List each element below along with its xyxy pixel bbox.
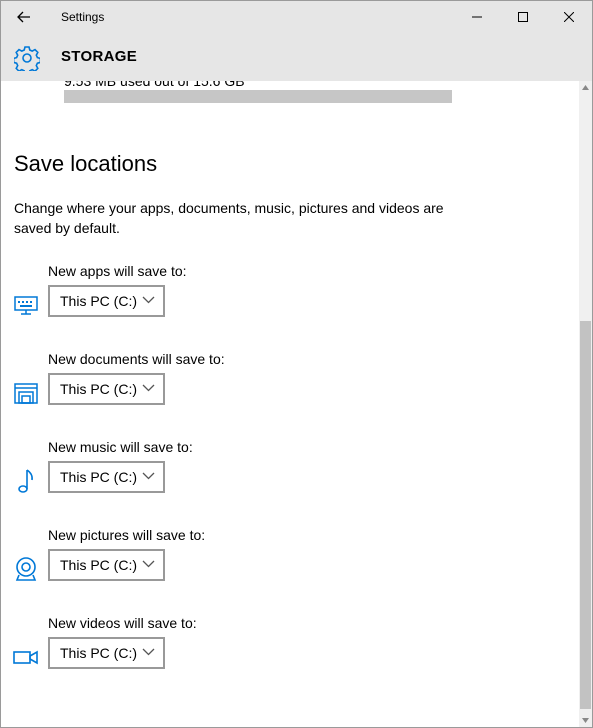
page-title: STORAGE (61, 48, 138, 65)
vertical-scrollbar[interactable] (579, 81, 592, 727)
back-button[interactable] (1, 1, 47, 33)
storage-usage-bar (64, 90, 452, 103)
save-location-pictures: New pictures will save to: This PC (C:) (1, 527, 579, 597)
chevron-down-icon (142, 296, 155, 304)
videos-location-dropdown[interactable]: This PC (C:) (48, 637, 165, 669)
save-location-music: New music will save to: This PC (C:) (1, 439, 579, 509)
documents-icon (14, 383, 38, 404)
music-location-value: This PC (C:) (60, 469, 137, 485)
apps-save-label: New apps will save to: (48, 263, 187, 279)
close-icon (564, 12, 574, 22)
chevron-down-icon (142, 384, 155, 392)
back-arrow-icon (17, 11, 30, 23)
app-title: Settings (61, 10, 105, 24)
minimize-icon (472, 16, 482, 18)
caption-buttons (454, 1, 592, 33)
chevron-down-icon (142, 472, 155, 480)
pictures-location-value: This PC (C:) (60, 557, 137, 573)
gear-icon (14, 46, 40, 71)
pictures-save-label: New pictures will save to: (48, 527, 206, 543)
music-note-icon (18, 469, 33, 493)
chevron-down-icon (142, 560, 155, 568)
save-location-videos: New videos will save to: This PC (C:) (1, 615, 579, 685)
documents-save-label: New documents will save to: (48, 351, 225, 367)
section-description: Change where your apps, documents, music… (14, 200, 444, 236)
scrollbar-thumb[interactable] (580, 321, 591, 709)
scroll-down-arrow-icon[interactable] (582, 718, 589, 723)
title-bar: Settings (1, 1, 592, 33)
apps-location-value: This PC (C:) (60, 293, 137, 309)
documents-location-value: This PC (C:) (60, 381, 137, 397)
maximize-button[interactable] (500, 1, 546, 33)
videos-location-value: This PC (C:) (60, 645, 137, 661)
settings-window: Settings STORAGE 9.53 MB used out of 15.… (0, 0, 593, 728)
section-title: Save locations (14, 151, 158, 176)
camera-icon (15, 557, 37, 581)
storage-usage-text: 9.53 MB used out of 15.6 GB (64, 81, 245, 89)
minimize-button[interactable] (454, 1, 500, 33)
videos-save-label: New videos will save to: (48, 615, 197, 631)
chevron-down-icon (142, 648, 155, 656)
video-camera-icon (13, 650, 38, 665)
close-button[interactable] (546, 1, 592, 33)
scroll-up-arrow-icon[interactable] (582, 85, 589, 90)
music-location-dropdown[interactable]: This PC (C:) (48, 461, 165, 493)
maximize-icon (518, 12, 528, 22)
save-location-apps: New apps will save to: This PC (C:) (1, 263, 579, 333)
apps-location-dropdown[interactable]: This PC (C:) (48, 285, 165, 317)
music-save-label: New music will save to: (48, 439, 193, 455)
apps-monitor-icon (14, 296, 38, 315)
page-header: STORAGE (1, 33, 592, 81)
content-area: 9.53 MB used out of 15.6 GB Save locatio… (1, 81, 579, 727)
pictures-location-dropdown[interactable]: This PC (C:) (48, 549, 165, 581)
documents-location-dropdown[interactable]: This PC (C:) (48, 373, 165, 405)
save-location-documents: New documents will save to: This PC (C:) (1, 351, 579, 421)
